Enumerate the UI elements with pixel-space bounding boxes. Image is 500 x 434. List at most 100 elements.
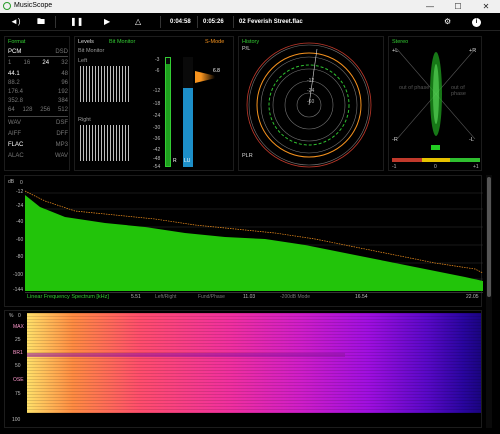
codec-alac: ALAC (8, 153, 24, 159)
levels-panel: Levels Bit Monitor Bit Monitor Left Righ… (74, 36, 234, 171)
title-bar: MusicScope — ☐ ✕ (0, 0, 500, 13)
info-icon[interactable]: i (472, 18, 481, 27)
histogram-indicator (195, 71, 215, 83)
rate-96: 96 (61, 80, 68, 86)
dsd-64: 64 (8, 107, 15, 113)
window-title: MusicScope (14, 2, 53, 9)
play-icon[interactable]: ▶ (104, 16, 110, 28)
out-of-phase-left: out of phase (399, 85, 430, 91)
meter-left-frame (165, 57, 171, 167)
pcm-label: PCM (8, 49, 22, 55)
rate-384: 384 (57, 98, 68, 104)
dsd-128: 128 (22, 107, 33, 113)
right-label: Right (78, 117, 91, 123)
db-tick-40: -40 (16, 219, 24, 225)
scrollbar-thumb[interactable] (487, 177, 491, 297)
rate-352: 352.8 (8, 98, 24, 104)
dsd-256: 256 (40, 107, 51, 113)
s-mode-label[interactable]: S-Mode (205, 39, 224, 45)
label-ose: OSE (13, 377, 24, 383)
minimize-button[interactable]: — (416, 0, 444, 13)
out-of-phase-right: out of phase (451, 85, 466, 97)
history-ring-24: -24 (307, 88, 315, 94)
db-tick-24: -24 (16, 203, 24, 209)
format-panel: Format PCM DSD 1 16 24 32 44.1 48 88.2 96 … (4, 36, 70, 171)
left-right-toggle[interactable]: Left/Right (155, 294, 176, 300)
db-label: dB (8, 179, 15, 185)
db-tick-12: -12 (16, 189, 24, 195)
time-current: 0:04:58 (170, 19, 191, 25)
history-ring-12: -12 (307, 78, 315, 84)
spectrogram-tick-75: 75 (15, 391, 21, 397)
db-tick-80: -80 (16, 254, 24, 260)
db-tick-144: -144 (13, 287, 24, 293)
bit-monitor-right (80, 125, 130, 161)
codec-mp3: MP3 (55, 142, 68, 148)
dsd-512: 512 (57, 107, 68, 113)
rate-176: 176.4 (8, 89, 24, 95)
channel-r: R (173, 158, 177, 164)
rate-192: 192 (57, 89, 68, 95)
bit-monitor-label: Bit Monitor (78, 48, 105, 54)
label-max: MAX (13, 324, 24, 330)
codec-wav: WAV (8, 120, 21, 126)
spectrogram-percent: % (9, 313, 14, 319)
folder-icon[interactable]: 🖿 (37, 16, 45, 28)
format-table: PCM DSD 1 16 24 32 44.1 48 88.2 96 176.4 19… (8, 49, 68, 159)
spectrum-plot (25, 190, 483, 291)
rate-48: 48 (61, 71, 68, 77)
history-ring-60: -60 (307, 99, 315, 105)
spectrogram-tick-50: 50 (15, 363, 21, 369)
channel-lu: LU (184, 158, 191, 164)
toolbar: ◄) 🖿 ❚❚ ▶ △ 0:04:58 0:05:26 02 Feverish … (0, 13, 500, 31)
spectrogram-image (27, 313, 481, 413)
bits-16: 16 (23, 60, 31, 66)
db-mode-toggle[interactable]: -200dB Mode (280, 294, 310, 300)
bits-24: 24 (42, 60, 50, 66)
corr-mid: 0 (434, 164, 437, 170)
spectrogram-panel: % MAX 0 25 BR1 50 OSE 75 100 (4, 310, 482, 428)
volume-icon[interactable]: ◄) (10, 16, 21, 28)
track-name: 02 Feverish Street.flac (239, 19, 303, 25)
pause-icon[interactable]: ❚❚ (70, 16, 83, 28)
bits-1: 1 (8, 60, 12, 66)
bit-monitor-left (80, 66, 130, 102)
db-tick-100: -100 (13, 272, 24, 278)
scrollbar[interactable] (486, 175, 492, 428)
codec-flac: FLAC (8, 142, 24, 148)
left-label: Left (78, 58, 88, 64)
codec-aiff: AIFF (8, 131, 21, 137)
fund-phase-toggle[interactable]: Fund/Phase (198, 294, 225, 300)
rate-88: 88.2 (8, 80, 20, 86)
corr-min: -1 (392, 164, 397, 170)
loudness-readout: 6.8 (213, 68, 220, 74)
meter-right-frame (183, 57, 193, 167)
metronome-icon[interactable]: △ (135, 16, 141, 28)
spectrogram-tick-0: 0 (18, 313, 21, 319)
freq-tick-3: 16.54 (355, 294, 368, 300)
spectrogram-tick-100: 100 (12, 417, 21, 423)
codec-dff: DFF (56, 131, 68, 137)
freq-tick-2: 11.03 (243, 294, 256, 300)
codec-dsf: DSF (56, 120, 68, 126)
maximize-button[interactable]: ☐ (444, 0, 472, 13)
codec-wav2: WAV (55, 153, 68, 159)
spectrum-panel: dB 0 -12 -24 -40 -60 -80 -100 -144 Linea… (4, 175, 483, 307)
rate-44: 44.1 (8, 71, 20, 77)
gear-icon[interactable]: ⚙ (444, 16, 451, 28)
levels-mode[interactable]: Bit Monitor (109, 39, 135, 45)
db-tick-0: 0 (20, 180, 23, 186)
freq-tick-4: 22.05 (466, 294, 479, 300)
app-icon (3, 2, 11, 10)
db-tick-60: -60 (16, 237, 24, 243)
format-label: Format (8, 39, 26, 45)
meter-left-fill (166, 64, 170, 166)
dsd-label: DSD (55, 49, 68, 55)
stereo-panel: Stereo +L +R -R -L out of phase out of p… (388, 36, 482, 171)
spectrogram-tick-25: 25 (15, 337, 21, 343)
close-button[interactable]: ✕ (472, 0, 500, 13)
corr-max: +1 (473, 164, 479, 170)
bits-32: 32 (61, 60, 68, 66)
stereo-scope (392, 48, 480, 162)
spectrum-footer: Linear Frequency Spectrum [kHz] (27, 294, 109, 300)
